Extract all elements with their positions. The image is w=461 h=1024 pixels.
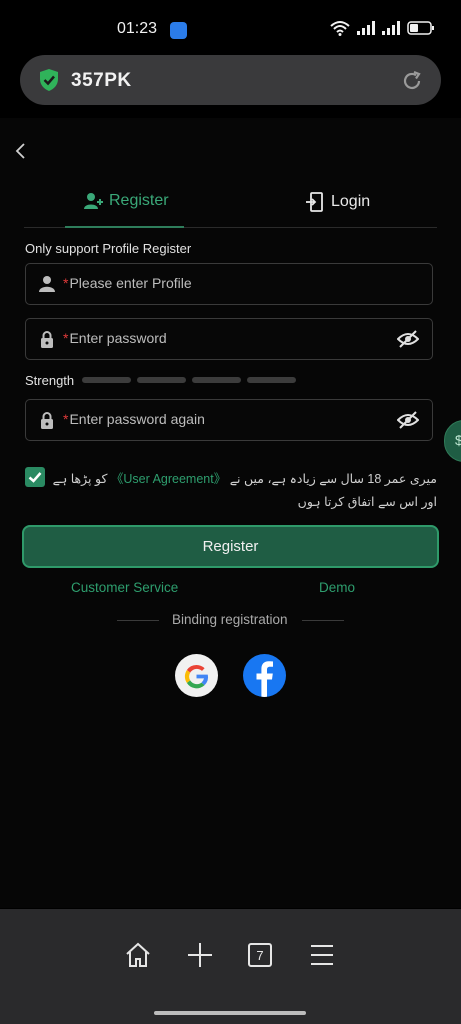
user-icon [39,276,55,292]
facebook-login-button[interactable] [243,654,286,697]
shield-check-icon [40,69,58,91]
eye-off-icon[interactable] [397,329,419,349]
tab-register[interactable]: Register [83,192,169,210]
strength-segment [192,377,241,383]
check-icon [28,472,42,483]
battery-icon [407,21,434,35]
google-login-button[interactable] [175,654,218,697]
profile-placeholder: *Please enter Profile [63,275,192,291]
user-agreement-link[interactable]: 《User Agreement》 [111,472,226,486]
status-icons [330,20,435,36]
eye-off-icon[interactable] [397,410,419,430]
tab-register-label: Register [109,192,169,209]
tab-login-label: Login [331,193,371,210]
menu-icon[interactable] [310,943,334,967]
home-icon[interactable] [124,941,152,969]
confirm-password-placeholder: *Enter password again [63,411,205,427]
back-arrow-icon[interactable] [13,141,29,161]
divider-left [117,620,159,621]
profile-field[interactable]: *Please enter Profile [25,263,433,305]
browser-bottom-bar [0,909,461,1024]
new-tab-icon[interactable] [186,941,214,969]
lock-icon [41,331,53,348]
home-indicator[interactable] [154,1011,306,1015]
register-note: Only support Profile Register [25,241,192,256]
tabs-count-button[interactable]: 7 [248,943,272,967]
confirm-password-field[interactable]: *Enter password again [25,399,433,441]
signal-icon [357,21,375,35]
strength-segment [82,377,131,383]
agreement-text: میری عمر 18 سال سے زیادہ ہے، میں نے 《Use… [52,472,437,486]
binding-registration-label: Binding registration [172,612,288,627]
active-tab-indicator [65,226,184,228]
google-icon [184,664,209,689]
login-door-icon [306,192,323,212]
reload-icon[interactable] [400,69,424,93]
lock-icon [41,412,53,429]
notification-app-icon [170,22,187,39]
page-content [0,118,461,908]
signal-icon-2 [382,21,400,35]
url-text[interactable]: 357PK [71,70,132,92]
agreement-text-line2: اور اس سے اتفاق کرتا ہوں [297,495,437,509]
agreement-checkbox[interactable] [25,467,45,487]
customer-service-link[interactable]: Customer Service [71,580,178,595]
facebook-icon [256,661,273,697]
strength-segment [137,377,186,383]
wifi-icon [330,21,350,36]
password-field[interactable]: *Enter password [25,318,433,360]
strength-segment [247,377,296,383]
strength-label: Strength [25,373,75,388]
demo-link[interactable]: Demo [319,580,355,595]
tab-login[interactable]: Login [305,192,370,212]
status-time: 01:23 [117,20,158,37]
divider-right [302,620,344,621]
register-button[interactable]: Register [22,525,439,568]
add-user-icon [84,193,103,209]
password-placeholder: *Enter password [63,330,167,346]
